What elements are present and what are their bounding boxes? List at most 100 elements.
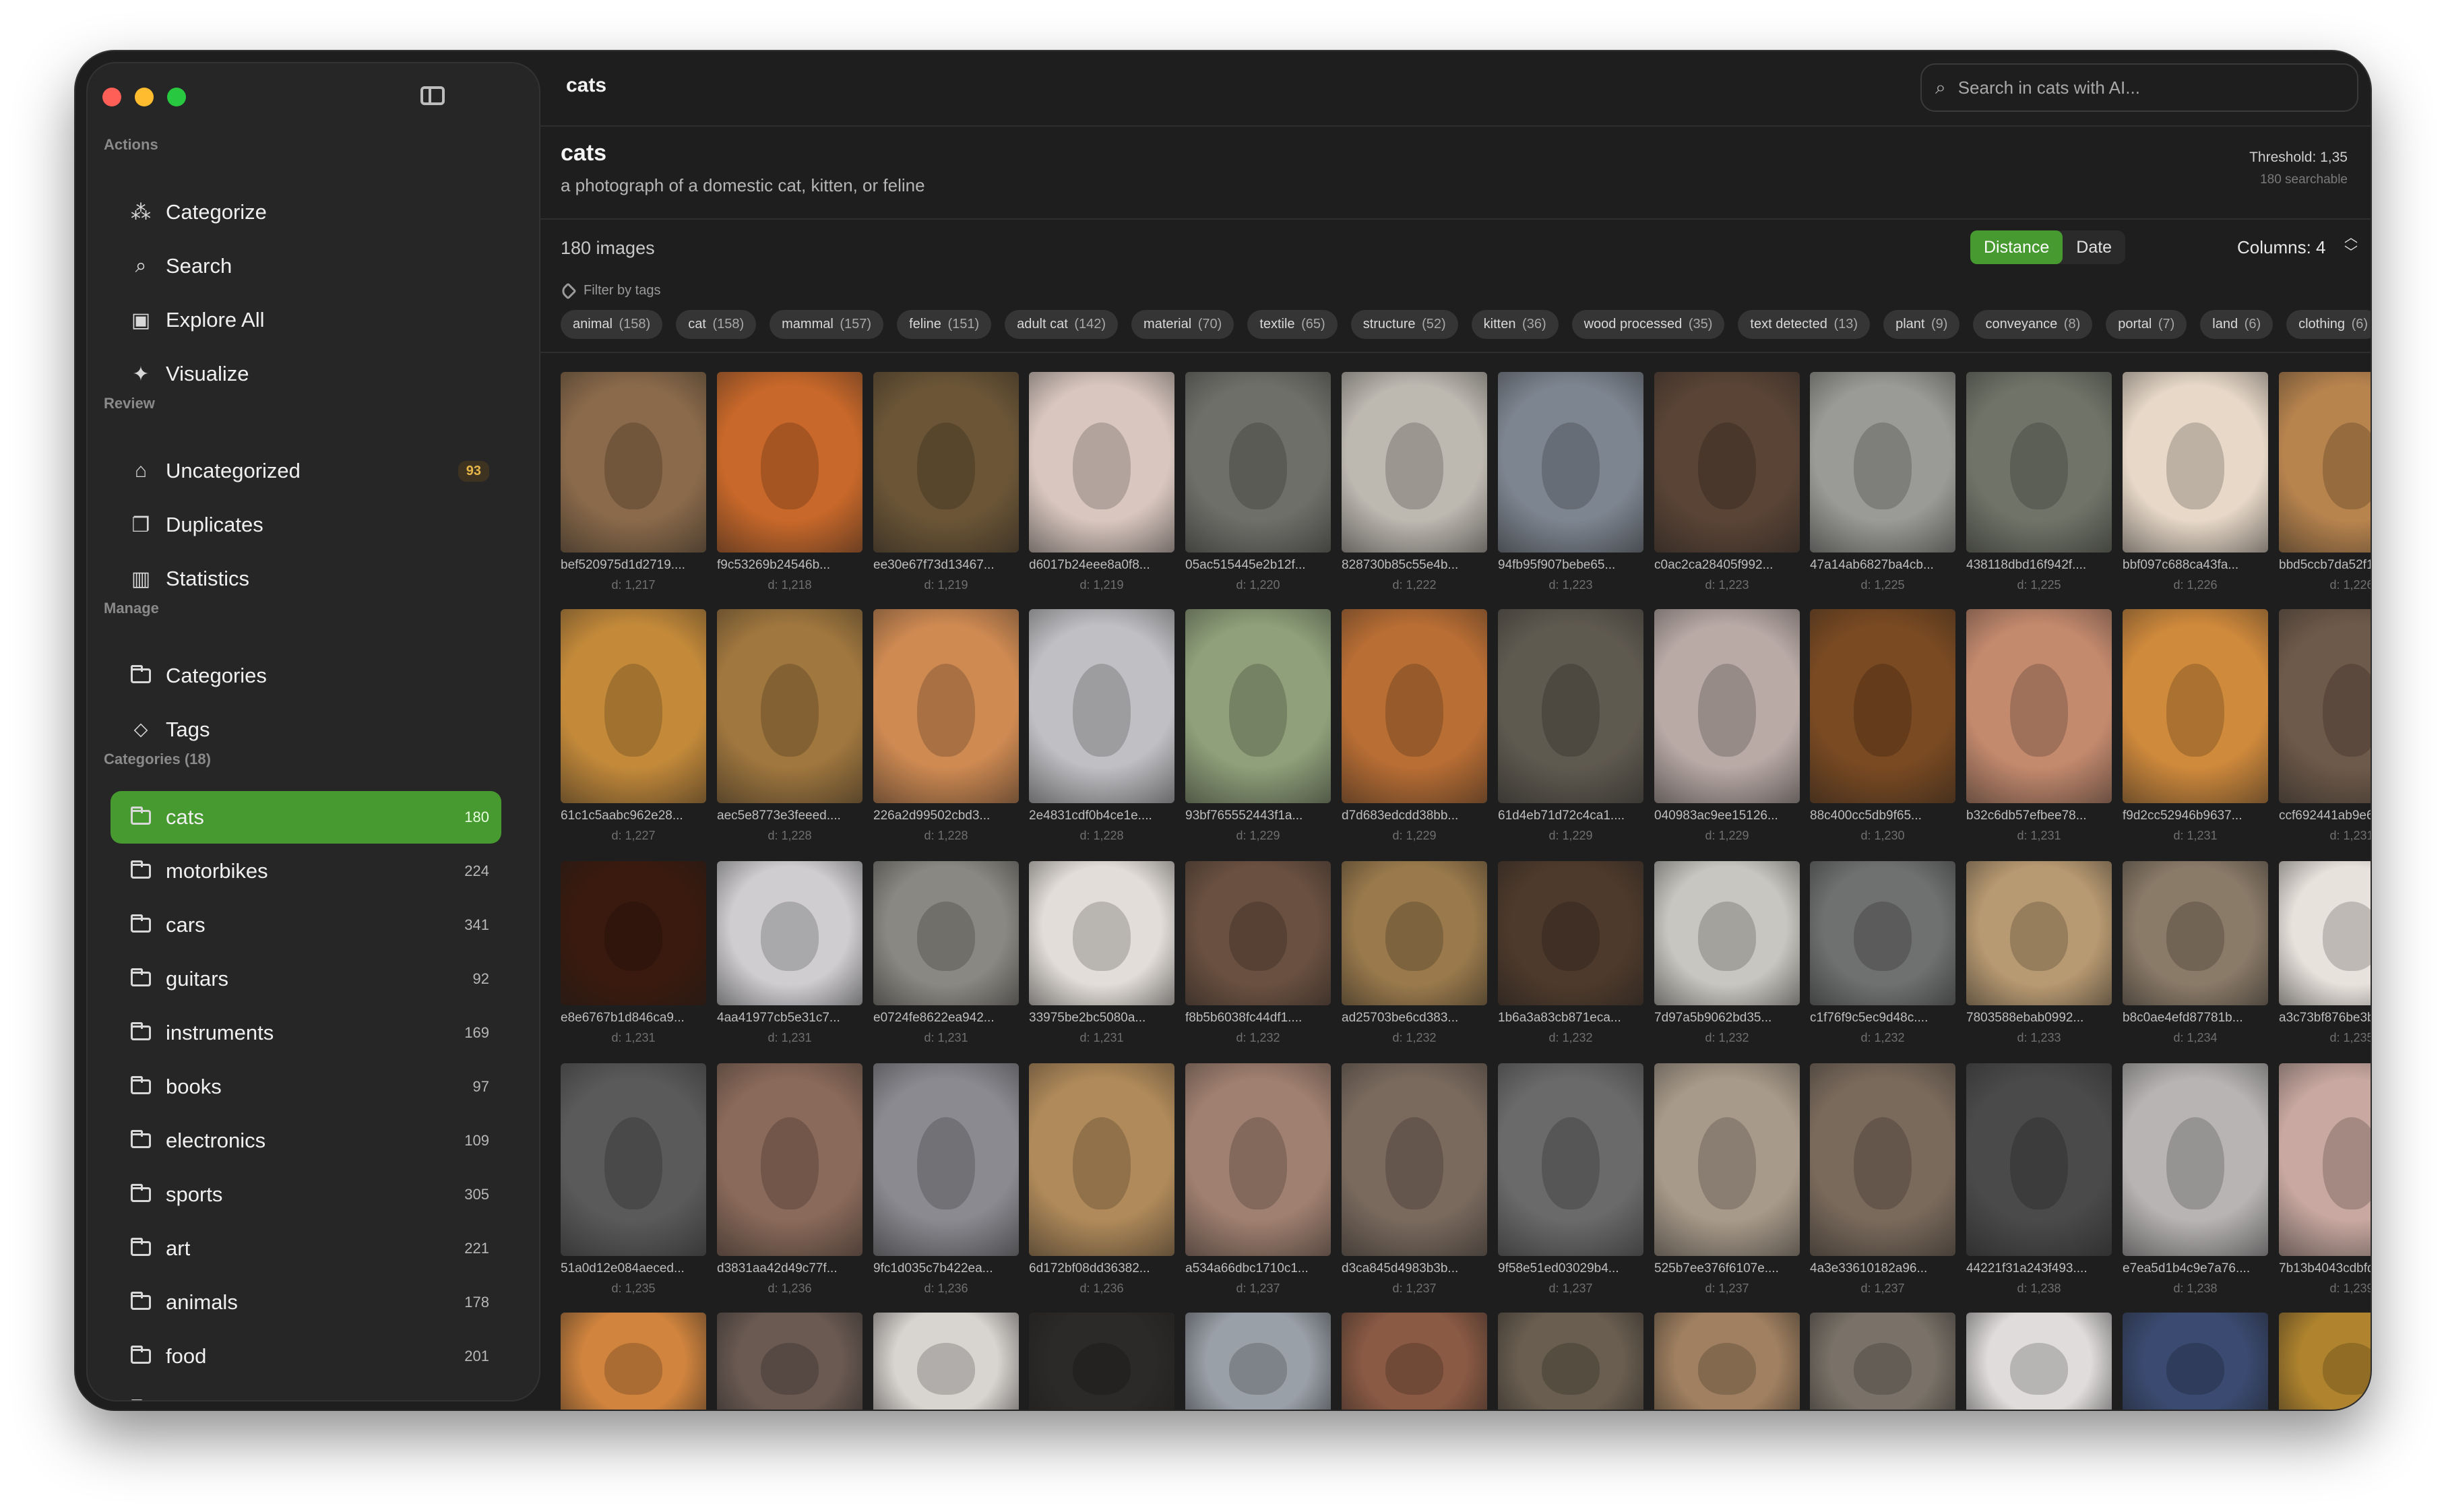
image-tile[interactable]: a3c73bf876be3b56... d: 1,235 <box>2279 861 2371 1045</box>
sort-distance-button[interactable]: Distance <box>1970 230 2063 264</box>
tag-chip[interactable]: structure (52) <box>1350 310 1458 339</box>
search-input[interactable] <box>1956 76 2337 99</box>
image-tile[interactable]: 438118dbd16f942f.... d: 1,225 <box>1966 372 2112 592</box>
tag-chip[interactable]: kitten (36) <box>1471 310 1559 339</box>
cat-photo-thumbnail[interactable] <box>873 1313 1019 1410</box>
image-tile[interactable]: 47a14ab6827ba4cb... d: 1,225 <box>1810 372 1955 592</box>
tag-chip[interactable]: portal (7) <box>2106 310 2187 339</box>
cat-photo-thumbnail[interactable] <box>1810 861 1955 1005</box>
image-tile[interactable] <box>717 1313 863 1410</box>
cat-photo-thumbnail[interactable] <box>873 609 1019 803</box>
image-tile[interactable]: 61c1c5aabc962e28... d: 1,227 <box>561 609 706 843</box>
cat-photo-thumbnail[interactable] <box>1654 1313 1800 1410</box>
image-tile[interactable]: 61d4eb71d72c4ca1.... d: 1,229 <box>1498 609 1643 843</box>
cat-photo-thumbnail[interactable] <box>1810 609 1955 803</box>
cat-photo-thumbnail[interactable] <box>1810 1063 1955 1256</box>
cat-photo-thumbnail[interactable] <box>2279 1313 2371 1410</box>
sidebar-item-category[interactable]: motorbikes 224 <box>111 845 501 897</box>
image-tile[interactable]: 4aa41977cb5e31c7... d: 1,231 <box>717 861 863 1045</box>
close-window-button[interactable] <box>102 88 121 106</box>
image-tile[interactable] <box>1966 1313 2112 1410</box>
cat-photo-thumbnail[interactable] <box>1498 861 1643 1005</box>
sidebar-item-category[interactable]: instruments 169 <box>111 1007 501 1059</box>
cat-photo-thumbnail[interactable] <box>2123 1313 2268 1410</box>
image-tile[interactable] <box>1029 1313 1174 1410</box>
sidebar-item-tags[interactable]: ⬦ Tags <box>111 703 501 756</box>
search-field[interactable]: ⌕ <box>1920 63 2358 112</box>
sidebar-item-category[interactable]: furniture104 <box>111 1384 501 1400</box>
image-tile[interactable]: 88c400cc5db9f65... d: 1,230 <box>1810 609 1955 843</box>
cat-photo-thumbnail[interactable] <box>1185 1063 1331 1256</box>
tag-chip[interactable]: textile (65) <box>1247 310 1338 339</box>
image-tile[interactable]: 51a0d12e084aeced... d: 1,235 <box>561 1063 706 1296</box>
sidebar-item-statistics[interactable]: ▥ Statistics <box>111 553 501 605</box>
cat-photo-thumbnail[interactable] <box>717 372 863 553</box>
sidebar-item-category[interactable]: cats 180 <box>111 791 501 844</box>
image-tile[interactable]: 94fb95f907bebe65... d: 1,223 <box>1498 372 1643 592</box>
cat-photo-thumbnail[interactable] <box>1966 1313 2112 1410</box>
sidebar-item-category[interactable]: sports 305 <box>111 1168 501 1221</box>
image-tile[interactable]: e7ea5d1b4c9e7a76.... d: 1,238 <box>2123 1063 2268 1296</box>
tag-chip[interactable]: feline (151) <box>897 310 992 339</box>
cat-photo-thumbnail[interactable] <box>1966 372 2112 553</box>
cat-photo-thumbnail[interactable] <box>2123 372 2268 553</box>
cat-photo-thumbnail[interactable] <box>1185 1313 1331 1410</box>
cat-photo-thumbnail[interactable] <box>1810 1313 1955 1410</box>
image-tile[interactable]: d6017b24eee8a0f8... d: 1,219 <box>1029 372 1174 592</box>
image-tile[interactable]: 040983ac9ee15126... d: 1,229 <box>1654 609 1800 843</box>
image-tile[interactable]: b32c6db57efbee78... d: 1,231 <box>1966 609 2112 843</box>
sidebar-item-explore-all[interactable]: ▣ Explore All <box>111 294 501 346</box>
image-tile[interactable]: c1f76f9c5ec9d48c.... d: 1,232 <box>1810 861 1955 1045</box>
tag-chip[interactable]: animal (158) <box>561 310 663 339</box>
cat-photo-thumbnail[interactable] <box>561 372 706 553</box>
cat-photo-thumbnail[interactable] <box>1654 372 1800 553</box>
cat-photo-thumbnail[interactable] <box>561 1313 706 1410</box>
tag-chip[interactable]: text detected (13) <box>1738 310 1871 339</box>
image-tile[interactable]: 4a3e33610182a96... d: 1,237 <box>1810 1063 1955 1296</box>
image-tile[interactable]: 226a2d99502cbd3... d: 1,228 <box>873 609 1019 843</box>
cat-photo-thumbnail[interactable] <box>1342 372 1487 553</box>
image-tile[interactable] <box>1342 1313 1487 1410</box>
tag-chip[interactable]: mammal (157) <box>770 310 884 339</box>
sidebar-item-categories[interactable]: Categories <box>111 650 501 702</box>
sidebar-item-uncategorized[interactable]: ⌂ Uncategorized 93 <box>111 445 501 497</box>
image-tile[interactable]: 05ac515445e2b12f... d: 1,220 <box>1185 372 1331 592</box>
tag-chip[interactable]: adult cat (142) <box>1005 310 1119 339</box>
tag-chip[interactable]: material (70) <box>1131 310 1234 339</box>
image-tile[interactable]: d3831aa42d49c77f... d: 1,236 <box>717 1063 863 1296</box>
sidebar-item-category[interactable]: food 201 <box>111 1330 501 1383</box>
tag-chip[interactable]: clothing (6) <box>2286 310 2371 339</box>
cat-photo-thumbnail[interactable] <box>1654 861 1800 1005</box>
image-tile[interactable]: b8c0ae4efd87781b... d: 1,234 <box>2123 861 2268 1045</box>
cat-photo-thumbnail[interactable] <box>1498 372 1643 553</box>
cat-photo-thumbnail[interactable] <box>1810 372 1955 553</box>
sidebar-item-category[interactable]: cars 341 <box>111 899 501 951</box>
cat-photo-thumbnail[interactable] <box>717 1313 863 1410</box>
image-tile[interactable]: f9c53269b24546b... d: 1,218 <box>717 372 863 592</box>
image-tile[interactable] <box>1810 1313 1955 1410</box>
cat-photo-thumbnail[interactable] <box>1342 861 1487 1005</box>
image-tile[interactable]: 44221f31a243f493.... d: 1,238 <box>1966 1063 2112 1296</box>
image-tile[interactable]: f8b5b6038fc44df1.... d: 1,232 <box>1185 861 1331 1045</box>
cat-photo-thumbnail[interactable] <box>873 1063 1019 1256</box>
sidebar-item-category[interactable]: animals 178 <box>111 1276 501 1329</box>
image-tile[interactable]: 9f58e51ed03029b4... d: 1,237 <box>1498 1063 1643 1296</box>
tag-chip[interactable]: plant (9) <box>1883 310 1960 339</box>
image-tile[interactable] <box>1498 1313 1643 1410</box>
image-tile[interactable] <box>873 1313 1019 1410</box>
sidebar-item-visualize[interactable]: ✦ Visualize <box>111 348 501 400</box>
image-tile[interactable] <box>1185 1313 1331 1410</box>
cat-photo-thumbnail[interactable] <box>1498 609 1643 803</box>
tag-chip[interactable]: cat (158) <box>676 310 757 339</box>
cat-photo-thumbnail[interactable] <box>2123 1063 2268 1256</box>
image-tile[interactable] <box>1654 1313 1800 1410</box>
cat-photo-thumbnail[interactable] <box>1029 1313 1174 1410</box>
image-tile[interactable]: 7803588ebab0992... d: 1,233 <box>1966 861 2112 1045</box>
cat-photo-thumbnail[interactable] <box>1498 1313 1643 1410</box>
cat-photo-thumbnail[interactable] <box>1654 609 1800 803</box>
image-tile[interactable]: 2e4831cdf0b4ce1e.... d: 1,228 <box>1029 609 1174 843</box>
cat-photo-thumbnail[interactable] <box>1342 1313 1487 1410</box>
cat-photo-thumbnail[interactable] <box>2123 861 2268 1005</box>
sort-date-button[interactable]: Date <box>2063 230 2125 264</box>
columns-stepper[interactable]: ︿ ﹀ <box>2342 230 2360 261</box>
